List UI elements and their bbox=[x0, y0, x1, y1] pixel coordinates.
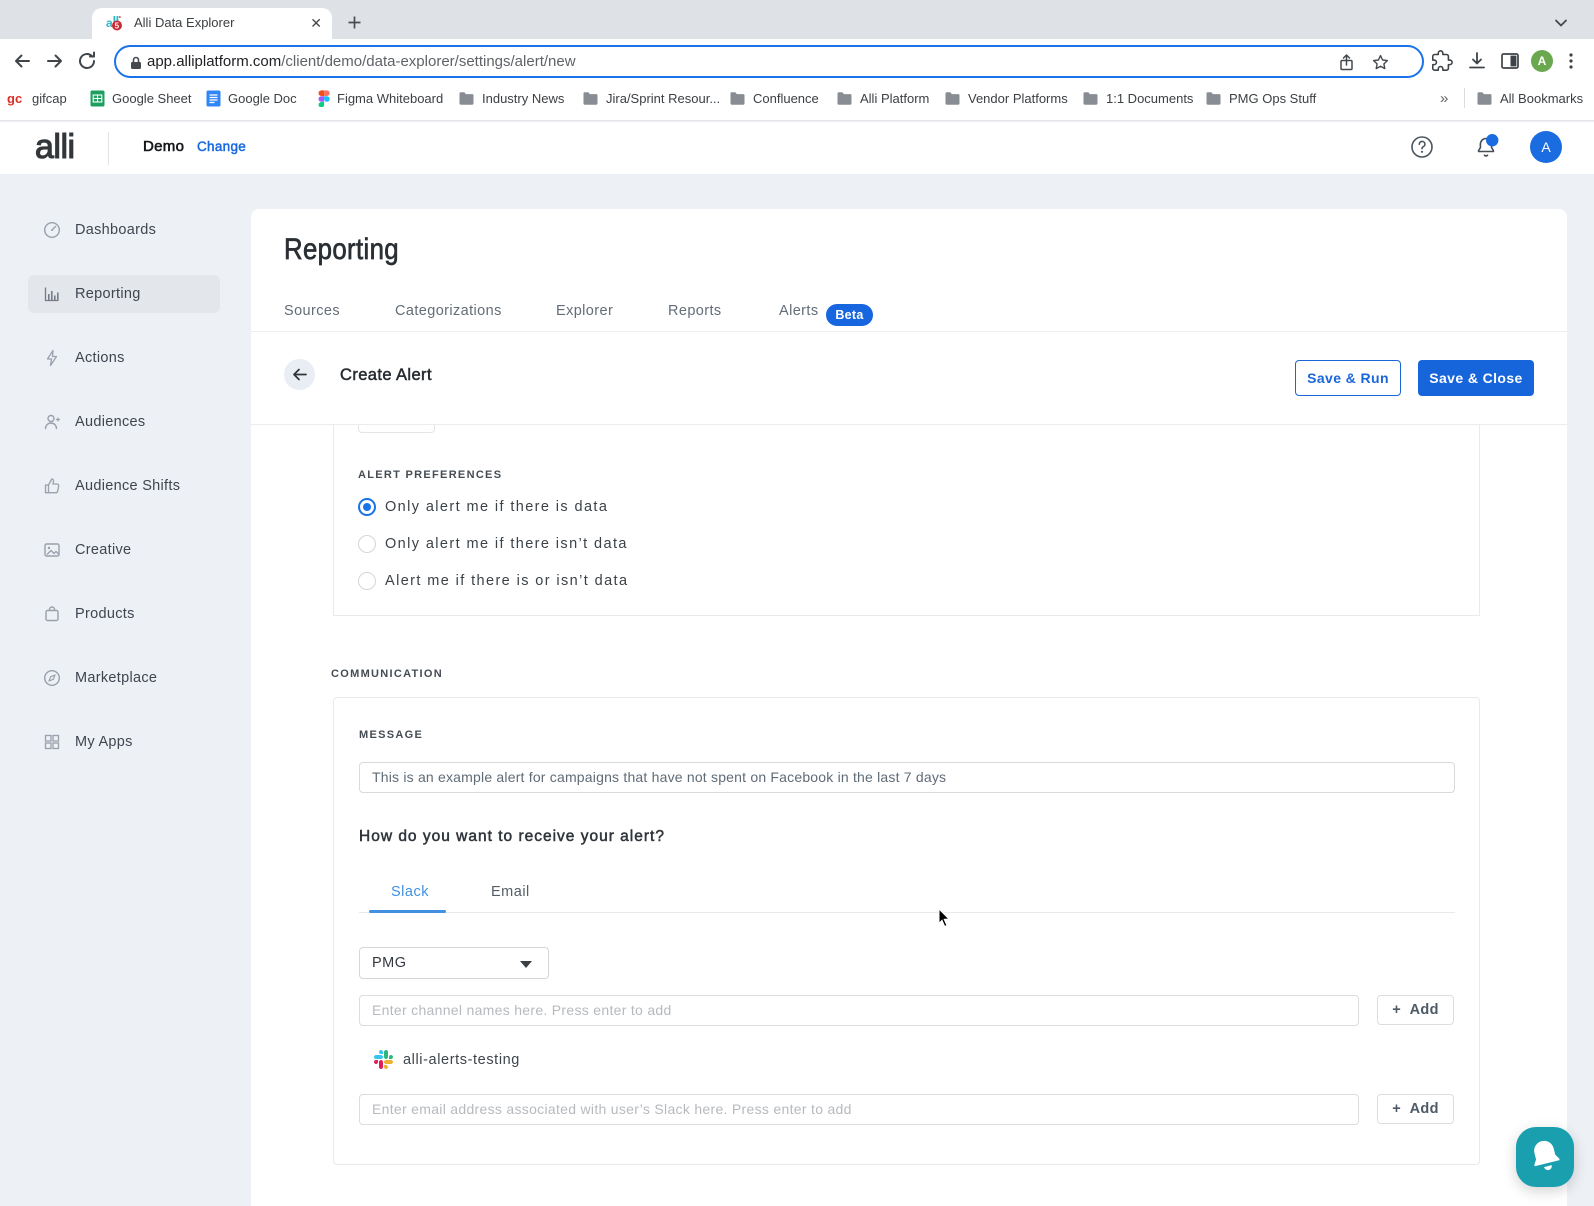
svg-text:a: a bbox=[106, 16, 113, 30]
svg-text:gc: gc bbox=[7, 91, 22, 106]
svg-text:5: 5 bbox=[115, 22, 120, 31]
